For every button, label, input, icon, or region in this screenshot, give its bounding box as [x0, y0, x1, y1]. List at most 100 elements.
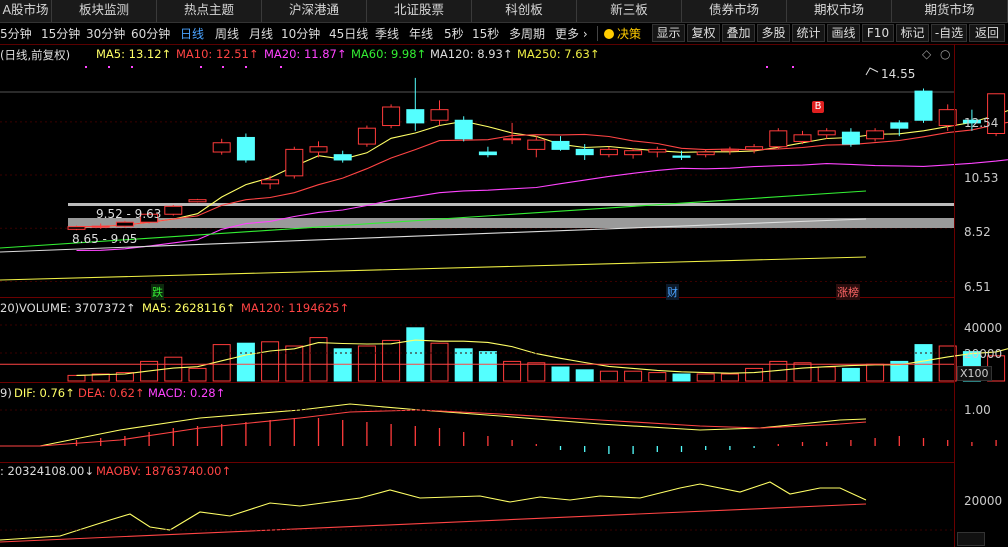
- volume-ma120-legend: MA120: 1194625↑: [241, 301, 350, 315]
- signal-dot: [200, 66, 202, 68]
- ma60-legend: MA60: 9.98↑: [351, 47, 427, 61]
- obv-panel-divider: [0, 462, 954, 463]
- volume-bar: [720, 373, 739, 382]
- volume-bar: [551, 366, 570, 382]
- macd-dif-legend: DIF: 0.76↑: [14, 386, 75, 400]
- volume-bar: [333, 348, 352, 382]
- volume-panel-divider: [0, 297, 954, 298]
- candle-body: [769, 130, 788, 148]
- high-price-label: 14.55: [881, 67, 916, 81]
- volume-bar: [357, 345, 376, 382]
- ma250-line: [0, 256, 867, 281]
- obv-tick: 20000: [964, 494, 1003, 508]
- volume-bar: [866, 363, 885, 382]
- obv-unit-box: [957, 532, 985, 546]
- candle-body: [164, 205, 183, 215]
- candle-body: [841, 131, 860, 145]
- candle-body: [503, 138, 522, 141]
- price-tick: 10.53: [964, 171, 999, 185]
- event-finance-badge[interactable]: 财: [666, 284, 679, 300]
- zone-upper-label: 9.52 - 9.63: [96, 207, 162, 221]
- obv-line: [0, 481, 867, 541]
- signal-dot: [792, 66, 794, 68]
- zone-lower-label: 8.65 - 9.05: [72, 232, 138, 246]
- support-zone-upper: [68, 203, 954, 206]
- candle-body: [430, 109, 449, 121]
- ma5-line: [76, 109, 1008, 228]
- candle-body: [115, 221, 134, 227]
- volume-bar: [406, 327, 425, 382]
- candle-body: [745, 146, 764, 150]
- signal-dot: [108, 66, 110, 68]
- volume-tick: 20000: [964, 347, 1003, 361]
- candle-body: [188, 199, 207, 203]
- volume-bar: [188, 367, 207, 382]
- obv-legend: : 20324108.00↓: [0, 464, 94, 478]
- diamond-icon[interactable]: ◇: [922, 47, 931, 61]
- candle-body: [309, 146, 328, 153]
- candle-body: [478, 151, 497, 156]
- candle-body: [599, 148, 618, 156]
- volume-tick: 40000: [964, 321, 1003, 335]
- signal-dot: [222, 66, 224, 68]
- volume-bar: [285, 345, 304, 382]
- price-axis-divider: [954, 44, 955, 547]
- ma120-legend: MA120: 8.93↑: [430, 47, 513, 61]
- candle-body: [236, 136, 255, 161]
- candle-body: [382, 106, 401, 127]
- candle-body: [91, 225, 110, 228]
- candle-body: [817, 130, 836, 136]
- buy-signal-marker[interactable]: B: [812, 101, 824, 113]
- macd-dea-legend: DEA: 0.62↑: [78, 386, 145, 400]
- ma5-legend: MA5: 13.12↑: [96, 47, 172, 61]
- volume-bar: [672, 373, 691, 382]
- candle-body: [624, 150, 643, 156]
- high-pointer: [865, 67, 879, 76]
- candle-body: [866, 130, 885, 140]
- candle-body: [333, 154, 352, 161]
- ma10-legend: MA10: 12.51↑: [176, 47, 259, 61]
- volume-bar: [430, 342, 449, 382]
- candle-body: [890, 122, 909, 129]
- ma250-legend: MA250: 7.63↑: [517, 47, 600, 61]
- candle-body: [720, 148, 739, 152]
- candle-body: [285, 148, 304, 177]
- volume-bar: [478, 351, 497, 382]
- candle-body: [454, 119, 473, 140]
- price-tick: 8.52: [964, 225, 991, 239]
- maobv-line: [0, 503, 867, 543]
- signal-dot: [85, 66, 87, 68]
- main-legend-prefix: (日线,前复权): [0, 48, 71, 62]
- candle-body: [648, 148, 667, 153]
- event-limit-up-badge[interactable]: 涨榜: [836, 284, 860, 300]
- volume-legend-prefix: 20): [0, 301, 20, 315]
- volume-bar: [696, 373, 715, 382]
- signal-dot: [131, 66, 133, 68]
- volume-bar: [914, 344, 933, 382]
- volume-bar: [841, 367, 860, 382]
- volume-bar: [599, 370, 618, 382]
- volume-bar: [745, 367, 764, 382]
- candle-body: [67, 226, 86, 230]
- signal-dot: [280, 66, 282, 68]
- volume-bar: [382, 339, 401, 382]
- volume-bar: [648, 372, 667, 382]
- candle-body: [261, 179, 280, 185]
- support-zone-lower: [68, 218, 954, 228]
- volume-legend: VOLUME: 3707372↑: [19, 301, 136, 315]
- event-drop-badge[interactable]: 跌: [151, 284, 164, 300]
- price-tick: 12.54: [964, 116, 999, 130]
- ma20-legend: MA20: 11.87↑: [264, 47, 347, 61]
- candle-body: [793, 134, 812, 142]
- candle-body: [914, 90, 933, 121]
- volume-bar: [817, 366, 836, 382]
- collapse-icon[interactable]: ○: [940, 47, 950, 61]
- candle-body: [672, 155, 691, 158]
- candle-body: [212, 142, 231, 153]
- candle-body: [406, 109, 425, 124]
- volume-bar: [575, 369, 594, 382]
- volume-ma5-legend: MA5: 2628116↑: [142, 301, 236, 315]
- candle-body: [357, 127, 376, 145]
- volume-bar: [67, 374, 86, 382]
- volume-bar: [624, 370, 643, 382]
